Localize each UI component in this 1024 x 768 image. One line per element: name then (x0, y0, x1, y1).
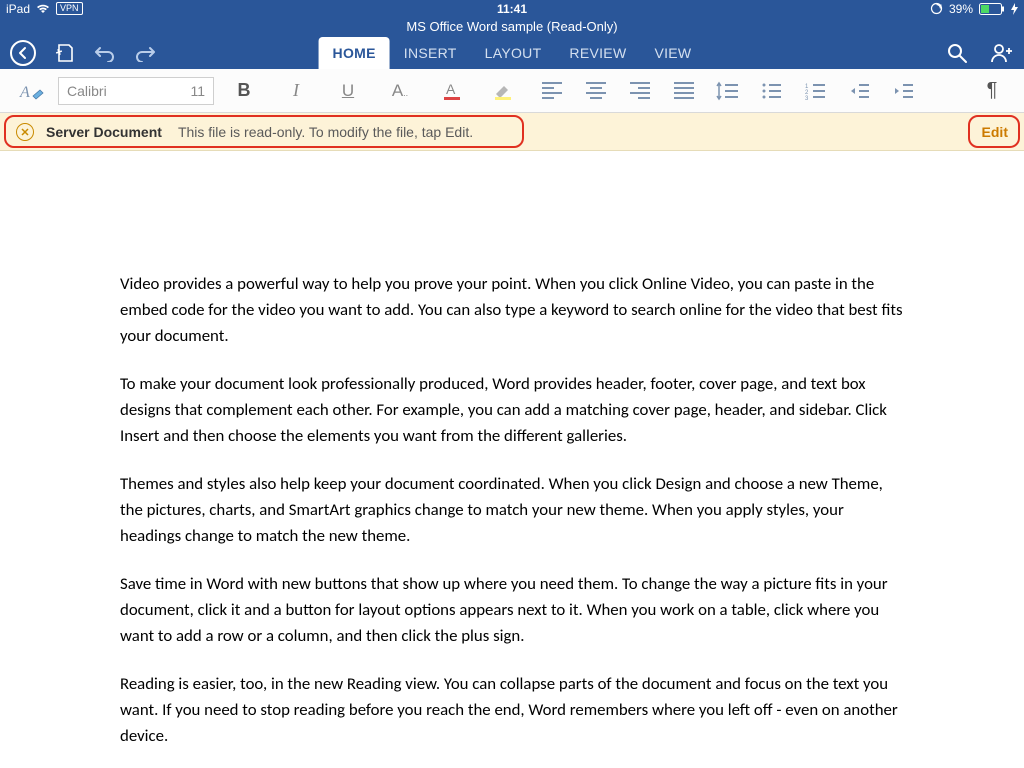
edit-button[interactable]: Edit (978, 124, 1012, 140)
numbered-list-button[interactable]: 123 (798, 73, 834, 109)
wifi-icon (36, 4, 50, 14)
redo-button[interactable] (134, 44, 156, 62)
font-format-button[interactable]: A.. (378, 73, 422, 109)
tab-review[interactable]: REVIEW (555, 37, 640, 69)
italic-button[interactable]: I (274, 73, 318, 109)
text-styles-button[interactable]: A (14, 73, 50, 109)
battery-percent: 39% (949, 2, 973, 16)
readonly-notice-bar: Server Document This file is read-only. … (0, 113, 1024, 151)
paragraph-marks-button[interactable]: ¶ (974, 73, 1010, 109)
highlight-button[interactable] (482, 73, 526, 109)
decrease-indent-button[interactable] (842, 73, 878, 109)
font-color-button[interactable]: A (430, 73, 474, 109)
tab-home[interactable]: HOME (319, 37, 390, 69)
ribbon-home: A Calibri 11 B I U A.. A 123 ¶ (0, 69, 1024, 113)
document-page[interactable]: Video provides a powerful way to help yo… (0, 151, 1024, 768)
tab-insert[interactable]: INSERT (390, 37, 471, 69)
file-button[interactable] (54, 43, 76, 63)
align-center-button[interactable] (578, 73, 614, 109)
search-button[interactable] (946, 42, 968, 64)
device-label: iPad (6, 2, 30, 16)
font-name: Calibri (67, 83, 107, 99)
bold-button[interactable]: B (222, 73, 266, 109)
document-canvas[interactable]: Video provides a powerful way to help yo… (0, 151, 1024, 768)
paragraph[interactable]: Save time in Word with new buttons that … (120, 571, 904, 649)
paragraph[interactable]: To make your document look professionall… (120, 371, 904, 449)
bullet-list-button[interactable] (754, 73, 790, 109)
svg-text:A: A (446, 81, 456, 97)
back-button[interactable] (10, 40, 36, 66)
underline-button[interactable]: U (326, 73, 370, 109)
paragraph[interactable]: Reading is easier, too, in the new Readi… (120, 671, 904, 749)
paragraph[interactable]: Themes and styles also help keep your do… (120, 471, 904, 549)
align-left-button[interactable] (534, 73, 570, 109)
undo-button[interactable] (94, 44, 116, 62)
font-selector[interactable]: Calibri 11 (58, 77, 214, 105)
document-title: MS Office Word sample (Read-Only) (0, 17, 1024, 37)
paragraph[interactable]: Video provides a powerful way to help yo… (120, 271, 904, 349)
close-notice-icon[interactable] (16, 123, 34, 141)
ios-status-bar: iPad VPN 11:41 39% (0, 0, 1024, 17)
svg-text:A: A (19, 84, 30, 101)
notice-title: Server Document (46, 124, 162, 140)
font-size: 11 (190, 83, 205, 99)
align-justify-button[interactable] (666, 73, 702, 109)
app-top-bar: HOME INSERT LAYOUT REVIEW VIEW (0, 37, 1024, 69)
tab-layout[interactable]: LAYOUT (471, 37, 556, 69)
align-right-button[interactable] (622, 73, 658, 109)
notice-text: This file is read-only. To modify the fi… (178, 124, 473, 140)
status-time: 11:41 (497, 2, 527, 16)
vpn-badge: VPN (56, 2, 83, 15)
svg-text:3: 3 (805, 96, 809, 100)
battery-icon (979, 3, 1005, 15)
increase-indent-button[interactable] (886, 73, 922, 109)
ribbon-tabs: HOME INSERT LAYOUT REVIEW VIEW (319, 37, 706, 69)
tab-view[interactable]: VIEW (640, 37, 705, 69)
sync-icon (930, 2, 943, 15)
charging-icon (1011, 3, 1018, 15)
share-user-button[interactable] (990, 42, 1014, 64)
line-spacing-button[interactable] (710, 73, 746, 109)
